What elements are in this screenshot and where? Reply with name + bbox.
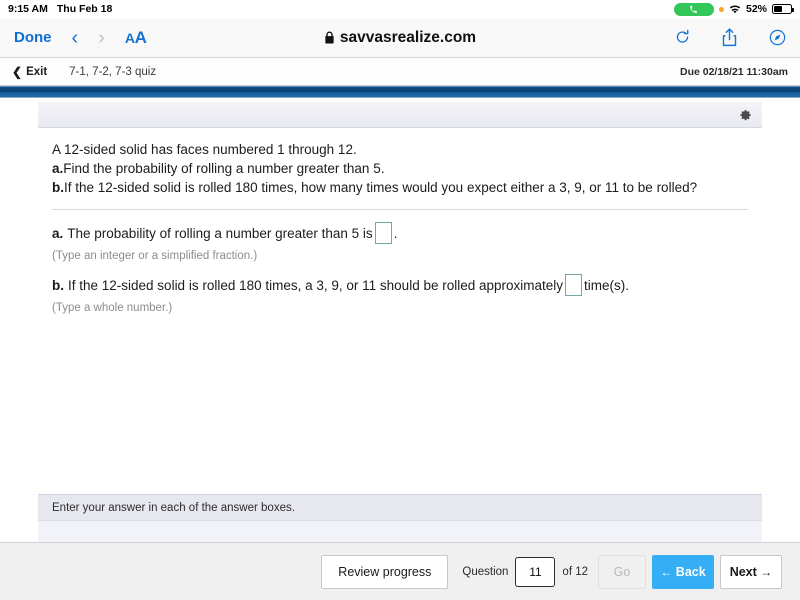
exit-button[interactable]: ❮ Exit [12,65,47,79]
question-navigator: Question 11 of 12 [462,556,588,587]
part-a-label: a. [52,161,64,177]
footer-message-spacer [38,520,762,542]
question-total-label: of 12 [562,565,588,578]
answer-b-hint: (Type a whole number.) [52,302,173,315]
question-toolbar [38,102,762,128]
arrow-left-icon: ← [660,564,673,579]
question-number-input[interactable]: 11 [515,556,556,587]
question-panel: A 12-sided solid has faces numbered 1 th… [38,102,762,542]
question-part-a: a.Find the probability of rolling a numb… [52,159,748,178]
answer-b-line: b. If the 12-sided solid is rolled 180 t… [52,274,748,297]
next-button[interactable]: Next → [720,554,782,589]
exit-label: Exit [26,65,48,78]
safari-toolbar: Done ‹ › AA savvasrealize.com [0,18,800,58]
answer-b-label: b. [52,277,64,293]
answer-b-input[interactable] [565,274,583,297]
question-stem: A 12-sided solid has faces numbered 1 th… [52,142,357,157]
answer-part-b: b. If the 12-sided solid is rolled 180 t… [52,274,748,314]
orange-dot-indicator [718,6,724,12]
part-a-prompt: Find the probability of rolling a number… [63,161,385,177]
status-bar-date: Thu Feb 18 [56,3,113,15]
safari-toolbar-left: Done ‹ › AA [14,28,147,48]
question-body: A 12-sided solid has faces numbered 1 th… [38,128,762,314]
due-date: Due 02/18/21 11:30am [680,65,788,78]
go-button: Go [598,554,646,589]
chevron-right-icon: › [98,26,105,49]
reload-icon[interactable] [675,29,690,46]
progress-bar [0,86,800,98]
part-b-prompt: If the 12-sided solid is rolled 180 time… [64,180,698,196]
footer-message-band: Enter your answer in each of the answer … [38,494,762,542]
part-b-label: b. [52,180,64,196]
status-bar-time: 9:15 AM [8,3,48,15]
app-header: ❮ Exit 7-1, 7-2, 7-3 quiz Due 02/18/21 1… [0,58,800,86]
answer-a-input[interactable] [374,222,392,245]
ios-status-bar: 9:15 AM Thu Feb 18 52% [0,0,800,18]
status-bar-right: 52% [673,2,794,16]
back-label: Back [675,564,706,579]
answer-a-text-after: . [393,225,398,241]
text-size-button[interactable]: AA [125,28,147,48]
answer-b-text-before: If the 12-sided solid is rolled 180 time… [68,277,564,293]
compass-icon[interactable] [769,29,786,46]
section-divider [52,209,748,211]
battery-percent: 52% [745,3,767,15]
safari-toolbar-right [675,28,786,47]
bottom-nav-bar: Review progress Question 11 of 12 Go ← B… [0,542,800,600]
answer-a-hint: (Type an integer or a simplified fractio… [52,250,258,263]
answer-a-line: a. The probability of rolling a number g… [52,222,748,245]
question-part-b: b.If the 12-sided solid is rolled 180 ti… [52,178,748,197]
done-button[interactable]: Done [14,29,52,46]
answer-b-text-after: time(s). [584,277,630,293]
footer-message: Enter your answer in each of the answer … [38,494,762,520]
phone-icon[interactable] [673,2,714,16]
quiz-title: 7-1, 7-2, 7-3 quiz [69,65,157,78]
lock-icon [324,31,335,44]
screen-root: 9:15 AM Thu Feb 18 52% Done ‹ › AA savva… [0,0,800,600]
url-text: savvasrealize.com [339,28,477,46]
chevron-left-icon: ❮ [12,64,23,79]
answer-a-label: a. [52,225,64,241]
arrow-right-icon: → [760,564,773,579]
answer-a-text-before: The probability of rolling a number grea… [67,225,373,241]
wifi-icon [729,4,741,14]
back-button[interactable]: ← Back [652,554,714,589]
battery-icon [772,4,794,14]
share-icon[interactable] [722,28,737,47]
status-bar-left: 9:15 AM Thu Feb 18 [8,3,112,15]
next-label: Next [729,564,757,579]
question-label: Question [462,565,509,578]
answer-part-a: a. The probability of rolling a number g… [52,222,748,262]
review-progress-button[interactable]: Review progress [321,554,449,589]
gear-icon[interactable] [738,108,752,122]
chevron-left-icon[interactable]: ‹ [72,28,79,48]
question-stem-block: A 12-sided solid has faces numbered 1 th… [52,140,748,197]
